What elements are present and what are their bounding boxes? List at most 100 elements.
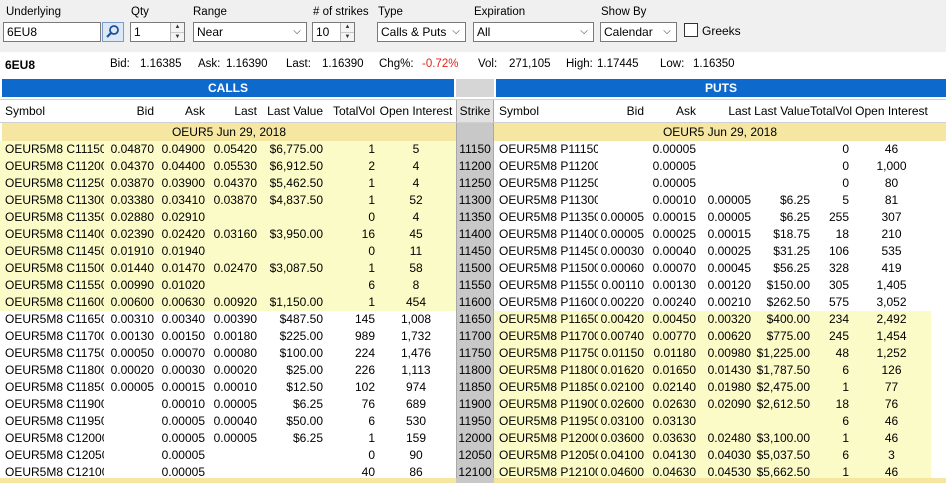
call-ask-cell[interactable]: 0.00015 bbox=[155, 379, 206, 396]
put-last-value-cell[interactable]: $1,225.00 bbox=[751, 345, 810, 362]
put-total-vol-cell[interactable]: 328 bbox=[810, 260, 852, 277]
put-bid-cell[interactable]: 0.00420 bbox=[598, 311, 644, 328]
puts-col-ask[interactable]: Ask bbox=[644, 100, 696, 122]
put-last-cell[interactable]: 0.00015 bbox=[696, 226, 751, 243]
put-total-vol-cell[interactable]: 255 bbox=[810, 209, 852, 226]
put-total-vol-cell[interactable]: 234 bbox=[810, 311, 852, 328]
call-ask-cell[interactable]: 0.03900 bbox=[155, 175, 206, 192]
call-last-value-cell[interactable]: $5,462.50 bbox=[258, 175, 324, 192]
put-ask-cell[interactable]: 0.00005 bbox=[644, 175, 696, 192]
put-symbol-cell[interactable]: OEUR5M8 P12000 bbox=[494, 430, 598, 447]
put-total-vol-cell[interactable]: 6 bbox=[810, 413, 852, 430]
put-last-cell[interactable]: 0.02090 bbox=[696, 396, 751, 413]
call-ask-cell[interactable]: 0.01470 bbox=[155, 260, 206, 277]
put-open-interest-cell[interactable]: 535 bbox=[852, 243, 931, 260]
call-bid-cell[interactable]: 0.00130 bbox=[104, 328, 155, 345]
call-total-vol-cell[interactable]: 145 bbox=[324, 311, 376, 328]
put-open-interest-cell[interactable]: 2,492 bbox=[852, 311, 931, 328]
call-open-interest-cell[interactable]: 454 bbox=[376, 294, 456, 311]
call-open-interest-cell[interactable]: 58 bbox=[376, 260, 456, 277]
call-open-interest-cell[interactable]: 11 bbox=[376, 243, 456, 260]
call-total-vol-cell[interactable]: 16 bbox=[324, 226, 376, 243]
call-ask-cell[interactable]: 0.00070 bbox=[155, 345, 206, 362]
call-last-cell[interactable] bbox=[206, 209, 258, 226]
call-open-interest-cell[interactable]: 8 bbox=[376, 277, 456, 294]
call-symbol-cell[interactable]: OEUR5M8 C11950 bbox=[0, 413, 104, 430]
put-ask-cell[interactable]: 0.02140 bbox=[644, 379, 696, 396]
table-row[interactable]: OEUR5M8 C12000 0.00005 0.00005 $6.25 1 159 120… bbox=[0, 430, 946, 447]
call-total-vol-cell[interactable]: 76 bbox=[324, 396, 376, 413]
put-symbol-cell[interactable]: OEUR5M8 P11150 bbox=[494, 141, 598, 158]
chevron-down-icon[interactable]: ⌵ bbox=[660, 23, 674, 41]
call-open-interest-cell[interactable]: 52 bbox=[376, 192, 456, 209]
put-symbol-cell[interactable]: OEUR5M8 P11950 bbox=[494, 413, 598, 430]
call-symbol-cell[interactable]: OEUR5M8 C11350 bbox=[0, 209, 104, 226]
call-last-value-cell[interactable]: $1,150.00 bbox=[258, 294, 324, 311]
put-last-value-cell[interactable]: $2,612.50 bbox=[751, 396, 810, 413]
call-total-vol-cell[interactable]: 1 bbox=[324, 294, 376, 311]
put-last-cell[interactable]: 0.00120 bbox=[696, 277, 751, 294]
call-open-interest-cell[interactable]: 45 bbox=[376, 226, 456, 243]
call-last-cell[interactable]: 0.05420 bbox=[206, 141, 258, 158]
put-bid-cell[interactable]: 0.01150 bbox=[598, 345, 644, 362]
call-total-vol-cell[interactable]: 1 bbox=[324, 141, 376, 158]
call-total-vol-cell[interactable]: 1 bbox=[324, 175, 376, 192]
call-last-value-cell[interactable]: $487.50 bbox=[258, 311, 324, 328]
call-total-vol-cell[interactable]: 2 bbox=[324, 158, 376, 175]
put-bid-cell[interactable]: 0.00030 bbox=[598, 243, 644, 260]
call-last-value-cell[interactable]: $100.00 bbox=[258, 345, 324, 362]
put-bid-cell[interactable]: 0.00220 bbox=[598, 294, 644, 311]
put-last-value-cell[interactable]: $6.25 bbox=[751, 209, 810, 226]
put-last-cell[interactable]: 0.01980 bbox=[696, 379, 751, 396]
put-last-value-cell[interactable]: $3,100.00 bbox=[751, 430, 810, 447]
call-last-cell[interactable]: 0.00180 bbox=[206, 328, 258, 345]
call-open-interest-cell[interactable]: 1,113 bbox=[376, 362, 456, 379]
put-total-vol-cell[interactable]: 1 bbox=[810, 379, 852, 396]
call-symbol-cell[interactable]: OEUR5M8 C11300 bbox=[0, 192, 104, 209]
put-total-vol-cell[interactable]: 575 bbox=[810, 294, 852, 311]
call-total-vol-cell[interactable]: 0 bbox=[324, 243, 376, 260]
call-last-cell[interactable]: 0.03870 bbox=[206, 192, 258, 209]
put-ask-cell[interactable]: 0.00240 bbox=[644, 294, 696, 311]
put-symbol-cell[interactable]: OEUR5M8 P11850 bbox=[494, 379, 598, 396]
put-ask-cell[interactable]: 0.00070 bbox=[644, 260, 696, 277]
put-symbol-cell[interactable]: OEUR5M8 P11900 bbox=[494, 396, 598, 413]
put-last-cell[interactable] bbox=[696, 141, 751, 158]
call-open-interest-cell[interactable]: 159 bbox=[376, 430, 456, 447]
put-open-interest-cell[interactable]: 1,405 bbox=[852, 277, 931, 294]
put-last-value-cell[interactable]: $262.50 bbox=[751, 294, 810, 311]
call-symbol-cell[interactable]: OEUR5M8 C11150 bbox=[0, 141, 104, 158]
puts-col-last[interactable]: Last bbox=[696, 100, 751, 122]
put-symbol-cell[interactable]: OEUR5M8 P11600 bbox=[494, 294, 598, 311]
strikes-stepper[interactable]: 10 ▲ ▼ bbox=[312, 22, 355, 42]
call-symbol-cell[interactable]: OEUR5M8 C12000 bbox=[0, 430, 104, 447]
put-total-vol-cell[interactable]: 18 bbox=[810, 226, 852, 243]
call-last-cell[interactable]: 0.00020 bbox=[206, 362, 258, 379]
call-total-vol-cell[interactable]: 1 bbox=[324, 192, 376, 209]
spin-up-icon[interactable]: ▲ bbox=[171, 23, 184, 32]
table-row[interactable]: OEUR5M8 C11500 0.01440 0.01470 0.02470 $3,08… bbox=[0, 260, 946, 277]
put-symbol-cell[interactable]: OEUR5M8 P11200 bbox=[494, 158, 598, 175]
call-open-interest-cell[interactable]: 4 bbox=[376, 175, 456, 192]
put-open-interest-cell[interactable]: 81 bbox=[852, 192, 931, 209]
put-last-value-cell[interactable]: $6.25 bbox=[751, 192, 810, 209]
put-bid-cell[interactable] bbox=[598, 141, 644, 158]
puts-col-symbol[interactable]: Symbol bbox=[494, 100, 598, 122]
call-symbol-cell[interactable]: OEUR5M8 C11650 bbox=[0, 311, 104, 328]
put-ask-cell[interactable]: 0.00770 bbox=[644, 328, 696, 345]
call-open-interest-cell[interactable]: 1,008 bbox=[376, 311, 456, 328]
table-row[interactable]: OEUR5M8 C11750 0.00050 0.00070 0.00080 $100.… bbox=[0, 345, 946, 362]
call-open-interest-cell[interactable]: 689 bbox=[376, 396, 456, 413]
call-last-cell[interactable] bbox=[206, 243, 258, 260]
put-last-value-cell[interactable]: $18.75 bbox=[751, 226, 810, 243]
puts-col-open-interest[interactable]: Open Interest bbox=[852, 100, 931, 122]
put-last-value-cell[interactable]: $400.00 bbox=[751, 311, 810, 328]
call-ask-cell[interactable]: 0.00340 bbox=[155, 311, 206, 328]
put-ask-cell[interactable]: 0.00005 bbox=[644, 141, 696, 158]
put-ask-cell[interactable]: 0.00040 bbox=[644, 243, 696, 260]
call-bid-cell[interactable]: 0.00005 bbox=[104, 379, 155, 396]
underlying-input[interactable]: 6EU8 bbox=[3, 22, 101, 42]
put-open-interest-cell[interactable]: 77 bbox=[852, 379, 931, 396]
put-bid-cell[interactable]: 0.00005 bbox=[598, 226, 644, 243]
put-symbol-cell[interactable]: OEUR5M8 P11800 bbox=[494, 362, 598, 379]
